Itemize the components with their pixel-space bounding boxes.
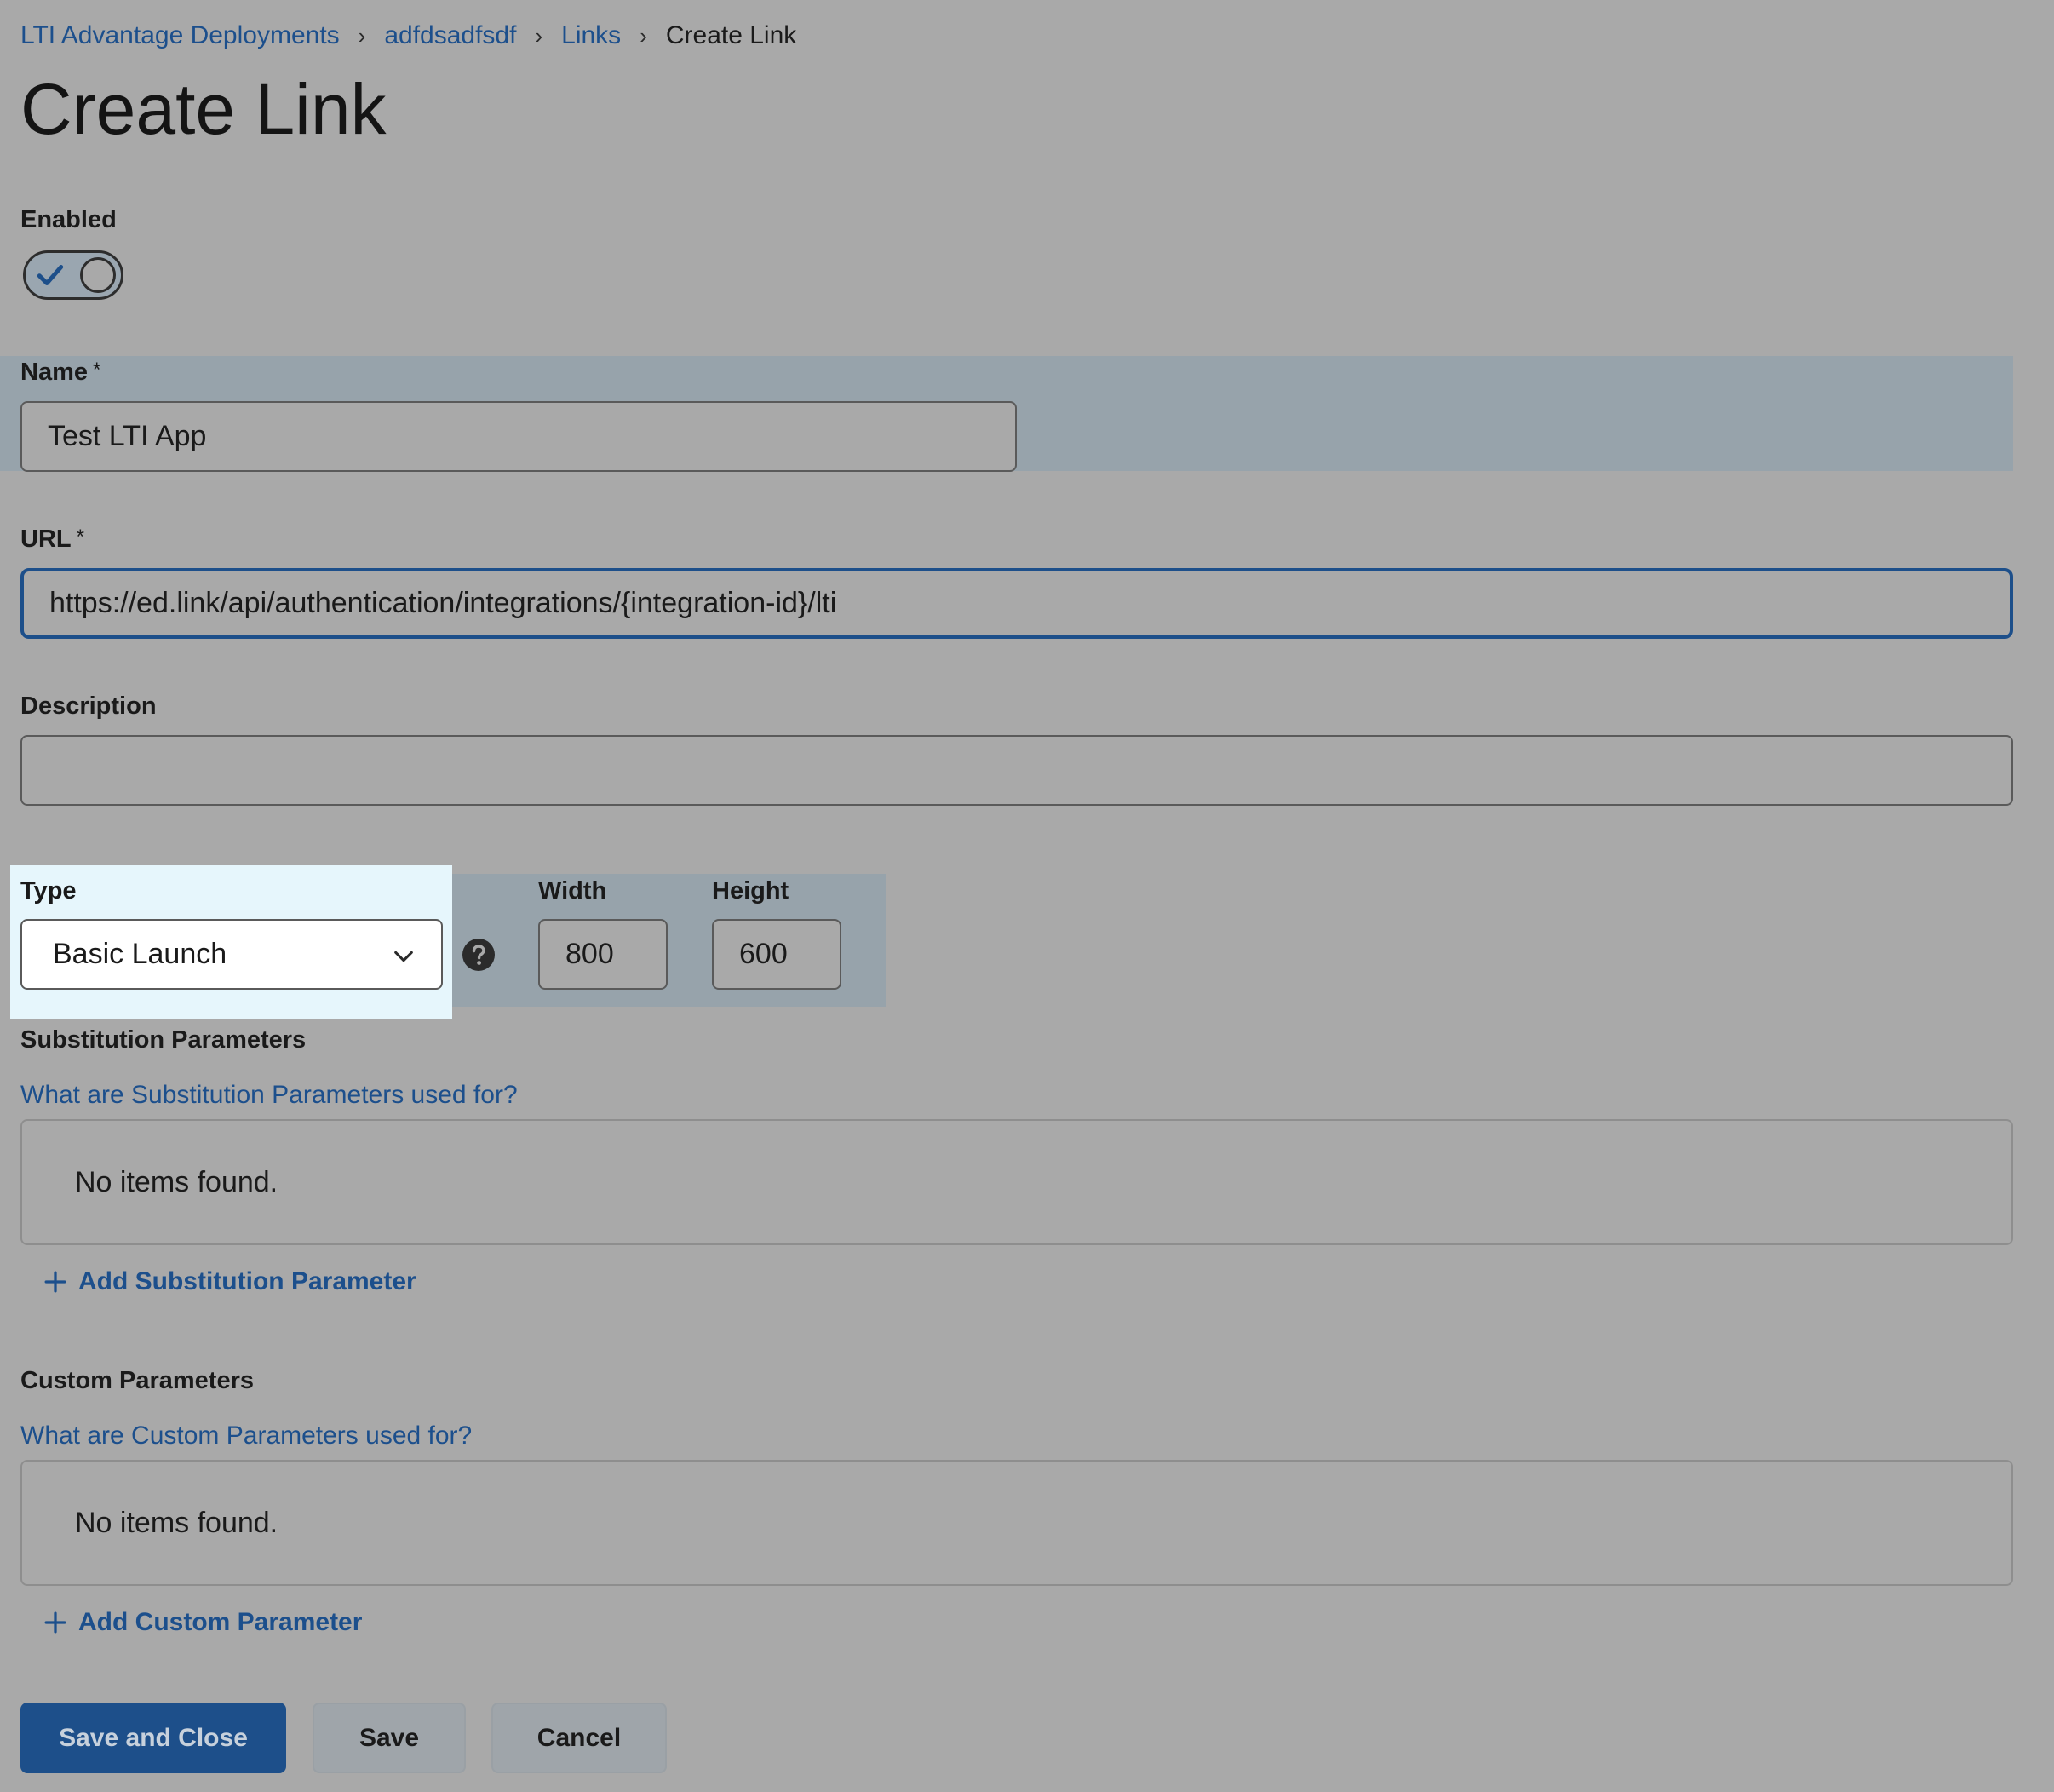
breadcrumb-link-deployment[interactable]: adfdsadfsdf — [384, 21, 516, 50]
required-mark: * — [76, 526, 84, 549]
custom-parameters-title: Custom Parameters — [20, 1367, 254, 1394]
breadcrumb-separator-icon: › — [535, 22, 543, 49]
breadcrumb-link-links[interactable]: Links — [561, 21, 621, 50]
description-input[interactable] — [20, 735, 2013, 806]
add-substitution-parameter-button[interactable]: Add Substitution Parameter — [44, 1265, 416, 1299]
breadcrumb-link-lti-deployments[interactable]: LTI Advantage Deployments — [20, 21, 340, 50]
checkmark-icon — [37, 264, 64, 286]
type-label: Type — [20, 877, 77, 905]
width-input[interactable]: 800 — [538, 919, 668, 990]
width-label: Width — [538, 877, 607, 905]
description-label: Description — [20, 692, 157, 720]
name-label-text: Name — [20, 359, 88, 386]
required-mark: * — [93, 359, 101, 382]
page-title: Create Link — [20, 69, 387, 149]
cancel-button[interactable]: Cancel — [491, 1703, 667, 1773]
custom-parameters-help-link[interactable]: What are Custom Parameters used for? — [20, 1422, 472, 1450]
breadcrumb-current: Create Link — [665, 21, 797, 49]
add-custom-parameter-label: Add Custom Parameter — [78, 1608, 363, 1636]
substitution-parameters-help-link[interactable]: What are Substitution Parameters used fo… — [20, 1081, 518, 1110]
help-icon[interactable] — [462, 938, 496, 972]
type-select-value: Basic Launch — [53, 938, 227, 970]
add-substitution-parameter-label: Add Substitution Parameter — [78, 1267, 416, 1295]
url-label-text: URL — [20, 526, 72, 553]
breadcrumb-separator-icon: › — [640, 22, 647, 49]
name-label: Name * — [20, 359, 100, 387]
substitution-parameters-title: Substitution Parameters — [20, 1026, 307, 1054]
chevron-down-icon — [394, 951, 413, 962]
enabled-toggle[interactable] — [23, 250, 123, 300]
plus-icon — [44, 1271, 66, 1293]
url-label: URL * — [20, 526, 84, 554]
type-select[interactable]: Basic Launch — [20, 919, 443, 990]
add-custom-parameter-button[interactable]: Add Custom Parameter — [44, 1605, 362, 1640]
empty-state-text: No items found. — [75, 1506, 278, 1539]
save-button[interactable]: Save — [313, 1703, 466, 1773]
height-input[interactable]: 600 — [712, 919, 841, 990]
empty-state-text: No items found. — [75, 1165, 278, 1198]
enabled-label: Enabled — [20, 206, 117, 233]
url-input[interactable]: https://ed.link/api/authentication/integ… — [20, 568, 2013, 639]
toggle-knob — [80, 257, 116, 293]
plus-icon — [44, 1611, 66, 1634]
breadcrumb: LTI Advantage Deployments › adfdsadfsdf … — [20, 19, 796, 53]
name-input[interactable]: Test LTI App — [20, 401, 1017, 472]
save-and-close-button[interactable]: Save and Close — [20, 1703, 286, 1773]
custom-parameters-list: No items found. — [20, 1460, 2013, 1586]
substitution-parameters-list: No items found. — [20, 1119, 2013, 1245]
breadcrumb-separator-icon: › — [358, 22, 366, 49]
height-label: Height — [712, 877, 789, 905]
